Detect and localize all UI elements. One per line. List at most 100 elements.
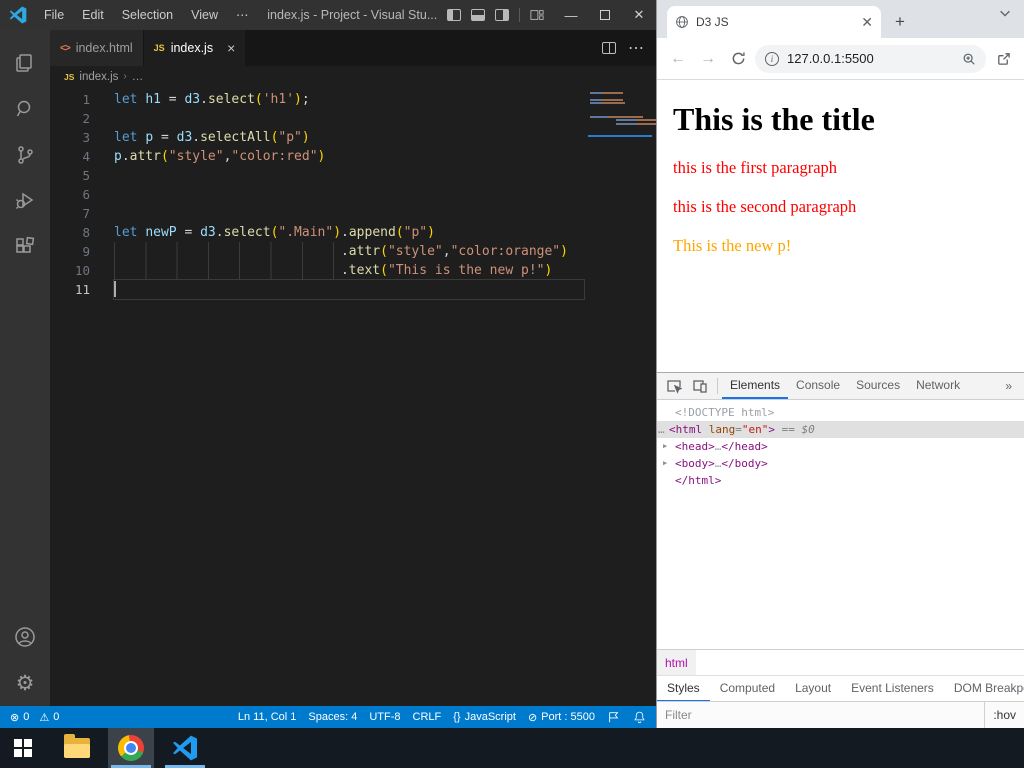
tree-row-5[interactable]: </html> [657, 472, 1024, 489]
line-number: 6 [82, 187, 90, 202]
extensions-icon[interactable] [1, 224, 49, 270]
tree-row-1[interactable]: <!DOCTYPE html> [657, 404, 1024, 421]
styles-tab-layout[interactable]: Layout [785, 676, 841, 701]
toggle-panel-icon[interactable] [471, 9, 485, 21]
devtools-tab-console[interactable]: Console [788, 373, 848, 399]
settings-gear-icon[interactable]: ⚙ [1, 660, 49, 706]
status-port5500[interactable]: ⊘ Port : 5500 [528, 711, 595, 724]
reload-button[interactable] [725, 46, 751, 72]
menu-edit[interactable]: Edit [73, 0, 113, 30]
tab-search-chevron-icon[interactable] [998, 6, 1012, 20]
customize-layout-icon[interactable] [530, 8, 544, 22]
line-number: 1 [82, 92, 90, 107]
styles-tab-dom-breakpoints[interactable]: DOM Breakpoints [944, 676, 1024, 701]
file-explorer-button[interactable] [54, 728, 100, 768]
line-content: let h1 = d3.select('h1'); [114, 92, 310, 107]
devtools-tab-network[interactable]: Network [908, 373, 968, 399]
hov-toggle[interactable]: :hov [984, 702, 1024, 728]
device-toolbar-icon[interactable] [687, 373, 713, 399]
text-cursor [114, 281, 116, 297]
minimap[interactable] [588, 89, 656, 229]
problems-error[interactable]: ⊗ 0 [10, 711, 29, 724]
status-spaces4[interactable]: Spaces: 4 [308, 711, 357, 723]
editor-tab-index.js[interactable]: JS index.js × [143, 30, 247, 66]
breadcrumb[interactable]: JS index.js › … [50, 66, 656, 87]
devtools-tab-sources[interactable]: Sources [848, 373, 908, 399]
code-line-7[interactable]: 7 [50, 204, 584, 223]
vscode-taskbar-button[interactable] [162, 728, 208, 768]
zoom-icon[interactable] [962, 52, 976, 66]
menu-file[interactable]: File [35, 0, 73, 30]
menu-selection[interactable]: Selection [113, 0, 182, 30]
forward-button[interactable]: → [695, 46, 721, 72]
new-tab-button[interactable]: + [887, 9, 913, 35]
elements-tree[interactable]: <!DOCTYPE html>… <html lang="en"> == $0 ▶ <… [657, 400, 1024, 649]
tree-row-2[interactable]: … <html lang="en"> == $0 [657, 421, 1024, 438]
editor-tab-index.html[interactable]: <> index.html [50, 30, 144, 66]
statusbar-problems[interactable]: ⊗ 0 ⚠ 0 [10, 711, 59, 724]
status-ln11col1[interactable]: Ln 11, Col 1 [238, 711, 297, 723]
site-info-icon[interactable]: i [765, 51, 779, 66]
code-line-2[interactable]: 2 [50, 109, 584, 128]
styles-tab-computed[interactable]: Computed [710, 676, 785, 701]
start-button[interactable] [0, 728, 46, 768]
status-utf8[interactable]: UTF-8 [369, 711, 400, 723]
code-editor[interactable]: 1 let h1 = d3.select('h1'); 2 3 let p = d3.s… [50, 87, 656, 706]
code-line-3[interactable]: 3 let p = d3.selectAll("p") [50, 128, 584, 147]
code-line-9[interactable]: 9 .attr("style","color:orange") [50, 242, 584, 261]
inspect-element-icon[interactable] [661, 373, 687, 399]
expand-arrow-icon[interactable]: ▶ [663, 455, 667, 472]
filter-input[interactable] [665, 708, 985, 722]
chrome-taskbar-button[interactable] [108, 728, 154, 768]
status-label: UTF-8 [369, 711, 401, 723]
vscode-window: File Edit Selection View ⋯ index.js - Projec… [0, 0, 656, 728]
status-bar: ⊗ 0 ⚠ 0 Ln 11, Col 1 Spaces: 4 UTF-8 CRLF {} Jav… [0, 706, 656, 728]
close-tab-icon[interactable]: × [227, 40, 235, 56]
code-line-1[interactable]: 1 let h1 = d3.select('h1'); [50, 90, 584, 109]
expand-arrow-icon[interactable]: ▶ [663, 438, 667, 455]
tree-row-3[interactable]: ▶ <head>…</head> [657, 438, 1024, 455]
code-line-5[interactable]: 5 [50, 166, 584, 185]
code-line-4[interactable]: 4 p.attr("style","color:red") [50, 147, 584, 166]
styles-tab-styles[interactable]: Styles [657, 676, 710, 701]
toggle-secondary-sidebar-icon[interactable] [495, 9, 509, 21]
tree-row-4[interactable]: ▶ <body>…</body> [657, 455, 1024, 472]
source-control-icon[interactable] [1, 132, 49, 178]
address-bar[interactable]: i 127.0.0.1:5500 [755, 44, 986, 73]
editor-more-actions-icon[interactable]: ⋯ [628, 38, 644, 58]
code-line-10[interactable]: 10 .text("This is the new p!") [50, 261, 584, 280]
run-debug-icon[interactable] [1, 178, 49, 224]
status-javascript[interactable]: {} JavaScript [453, 711, 516, 723]
split-editor-icon[interactable] [602, 42, 616, 54]
search-icon[interactable] [1, 86, 49, 132]
browser-tab-title: D3 JS [696, 15, 729, 29]
screen: File Edit Selection View ⋯ index.js - Projec… [0, 0, 1024, 768]
problems-warning[interactable]: ⚠ 0 [39, 711, 59, 724]
menu-view[interactable]: View [182, 0, 227, 30]
more-tabs-button[interactable]: » [997, 379, 1020, 393]
browser-tab[interactable]: D3 JS ✕ [667, 6, 881, 38]
breadcrumb-html[interactable]: html [657, 650, 696, 675]
feedback-icon[interactable] [607, 710, 621, 724]
tab-close-icon[interactable]: ✕ [861, 15, 873, 29]
menu-[interactable]: ⋯ [227, 0, 258, 30]
code-line-8[interactable]: 8 let newP = d3.select(".Main").append("p… [50, 223, 584, 242]
status-crlf[interactable]: CRLF [413, 711, 442, 723]
breadcrumb-more[interactable]: … [132, 71, 144, 83]
url-text[interactable]: 127.0.0.1:5500 [787, 51, 954, 66]
notifications-bell-icon[interactable] [633, 710, 646, 724]
code-line-6[interactable]: 6 [50, 185, 584, 204]
back-button[interactable]: ← [665, 46, 691, 72]
breadcrumb-file[interactable]: index.js [79, 71, 118, 83]
styles-filter-row: :hov [657, 702, 1024, 728]
code-line-11[interactable]: 11 [50, 279, 585, 300]
devtools-tab-elements[interactable]: Elements [722, 373, 789, 399]
close-button[interactable]: ✕ [622, 0, 656, 30]
explorer-icon[interactable] [1, 40, 49, 86]
toggle-sidebar-icon[interactable] [447, 9, 461, 21]
minimize-button[interactable]: — [554, 0, 588, 30]
share-button[interactable] [990, 46, 1016, 72]
account-icon[interactable] [1, 614, 49, 660]
maximize-button[interactable] [588, 0, 622, 30]
styles-tab-event-listeners[interactable]: Event Listeners [841, 676, 944, 701]
